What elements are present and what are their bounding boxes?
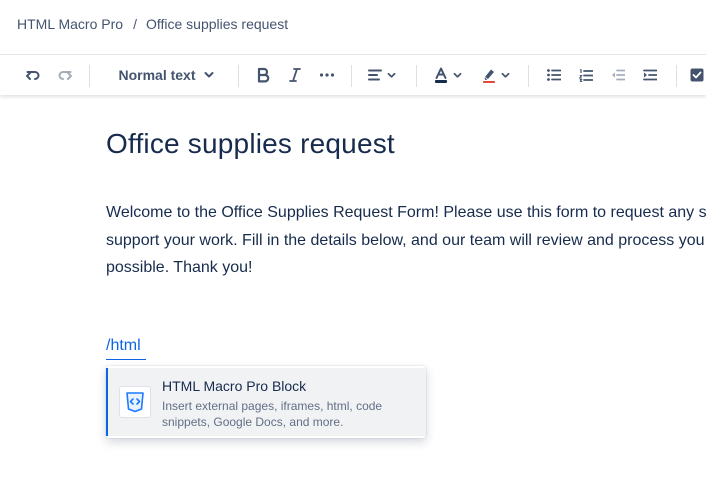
chevron-down-icon — [204, 72, 214, 78]
italic-icon — [289, 68, 301, 82]
slash-command-query[interactable]: /html — [106, 337, 141, 355]
bullet-list-button[interactable] — [541, 55, 567, 95]
highlight-icon — [483, 69, 495, 83]
text-color-icon — [435, 67, 447, 83]
task-checkbox-icon — [690, 68, 704, 82]
menu-item-description: Insert external pages, iframes, html, co… — [162, 399, 383, 429]
page-title: Office supplies request — [106, 128, 395, 159]
chevron-down-icon — [453, 72, 462, 78]
chevron-down-icon — [387, 72, 396, 78]
text-style-dropdown[interactable]: Normal text — [106, 55, 226, 95]
outdent-icon — [612, 69, 625, 81]
bold-button[interactable] — [250, 55, 276, 95]
intro-line: possible. Thank you! — [106, 259, 253, 276]
breadcrumb-page-link[interactable]: Office supplies request — [146, 16, 288, 32]
slash-command-underline — [106, 359, 146, 360]
alignment-dropdown[interactable] — [364, 55, 400, 95]
toolbar-divider — [89, 65, 90, 87]
intro-line: support your work. Fill in the details b… — [106, 231, 705, 249]
undo-icon — [26, 71, 40, 80]
editor-toolbar: Normal text — [0, 54, 706, 95]
toolbar-divider — [238, 65, 239, 87]
more-formatting-button[interactable] — [314, 55, 340, 95]
menu-item-title: HTML Macro Pro Block — [162, 378, 307, 394]
indent-icon — [643, 69, 657, 81]
breadcrumb-app-link[interactable]: HTML Macro Pro — [17, 16, 123, 32]
redo-icon — [58, 71, 72, 80]
text-color-dropdown[interactable] — [430, 55, 466, 95]
task-list-button[interactable] — [690, 55, 706, 95]
menu-item-html-macro-pro-block[interactable]: HTML Macro Pro Block Insert external pag… — [106, 368, 426, 436]
text-style-label: Normal text — [118, 67, 196, 83]
toolbar-divider — [676, 65, 677, 87]
redo-button[interactable] — [52, 55, 78, 95]
html-code-icon — [119, 386, 151, 418]
breadcrumb-separator: / — [133, 16, 137, 32]
numbered-list-icon — [579, 68, 593, 82]
bullet-list-icon — [547, 69, 561, 81]
toolbar-divider — [528, 65, 529, 87]
slash-command-menu: HTML Macro Pro Block Insert external pag… — [106, 366, 426, 438]
highlight-dropdown[interactable] — [478, 55, 514, 95]
breadcrumb: HTML Macro Pro / Office supplies request — [17, 14, 288, 34]
outdent-button[interactable] — [605, 55, 631, 95]
intro-paragraph[interactable]: Welcome to the Office Supplies Request F… — [106, 199, 706, 282]
chevron-down-icon — [501, 72, 510, 78]
toolbar-divider — [351, 65, 352, 87]
bold-icon — [257, 67, 270, 83]
more-formatting-icon — [319, 73, 335, 77]
undo-button[interactable] — [20, 55, 46, 95]
indent-button[interactable] — [637, 55, 663, 95]
numbered-list-button[interactable] — [573, 55, 599, 95]
italic-button[interactable] — [282, 55, 308, 95]
align-left-icon — [368, 69, 382, 81]
intro-line: Welcome to the Office Supplies Request F… — [106, 204, 706, 221]
toolbar-divider — [416, 65, 417, 87]
